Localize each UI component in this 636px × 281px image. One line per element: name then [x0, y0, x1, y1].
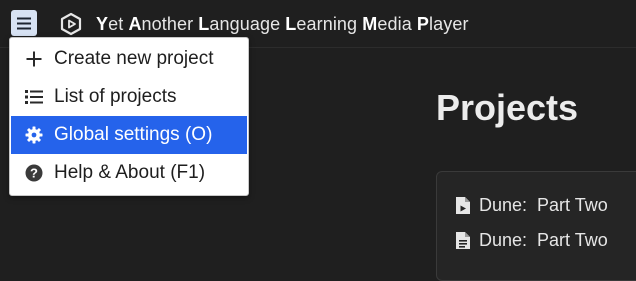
menu-item-label: Create new project	[54, 48, 214, 69]
menu-item-list-of-projects[interactable]: List of projects	[11, 78, 247, 116]
menu-item-help-about[interactable]: ? Help & About (F1)	[11, 154, 247, 192]
projects-panel	[436, 171, 636, 281]
menu-item-label: Global settings (O)	[54, 124, 213, 145]
hamburger-icon	[17, 17, 31, 29]
project-item[interactable]: Dune: Part Two	[455, 193, 608, 217]
gear-icon	[25, 126, 43, 144]
page-title: Projects	[436, 87, 579, 128]
svg-text:?: ?	[30, 166, 38, 181]
app-title: Yet Another Language Learning Media Play…	[96, 14, 469, 34]
hexagon-play-icon	[60, 12, 82, 36]
project-item[interactable]: Dune: Part Two	[455, 228, 608, 252]
menu-item-label: Help & About (F1)	[54, 162, 206, 183]
list-icon	[25, 88, 43, 106]
help-icon: ?	[25, 164, 43, 182]
file-video-icon	[456, 196, 470, 214]
project-name: Dune: Part Two	[479, 194, 608, 215]
menu-button[interactable]	[11, 10, 37, 36]
menu-item-global-settings[interactable]: Global settings (O)	[11, 116, 247, 154]
project-name: Dune: Part Two	[479, 229, 608, 250]
plus-icon	[25, 50, 43, 68]
menu-item-create-new-project[interactable]: Create new project	[11, 40, 247, 78]
file-text-icon	[456, 231, 470, 249]
menu-item-label: List of projects	[54, 86, 177, 107]
main-menu-dropdown: Create new project List of projects Glob…	[9, 37, 249, 196]
